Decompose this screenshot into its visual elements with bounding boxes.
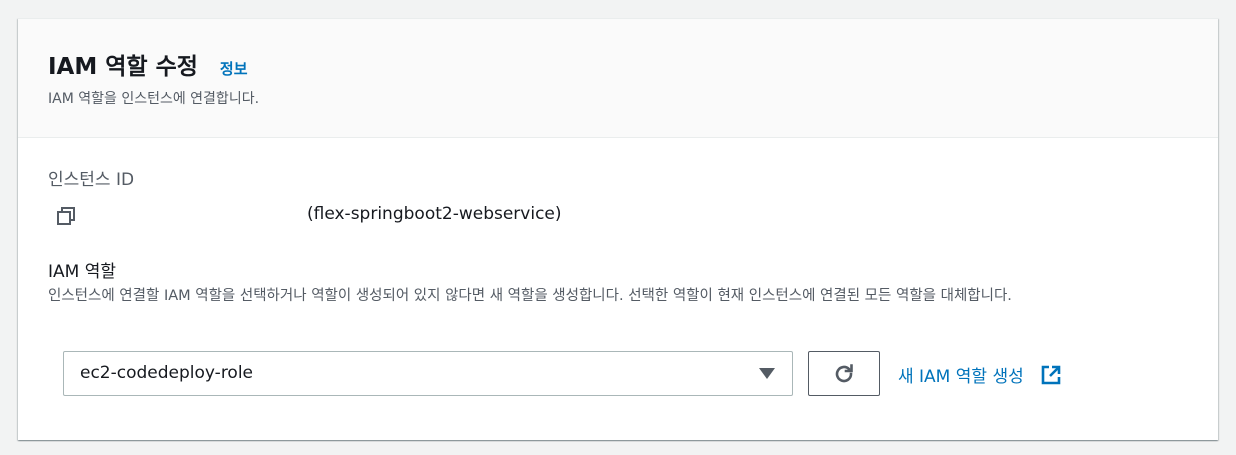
panel-header: IAM 역할 수정 정보 IAM 역할을 인스턴스에 연결합니다. bbox=[18, 19, 1218, 138]
header-description: IAM 역할을 인스턴스에 연결합니다. bbox=[48, 91, 260, 107]
external-link-icon bbox=[1041, 365, 1061, 384]
refresh-button[interactable] bbox=[808, 351, 880, 396]
edit-iam-role-panel: IAM 역할 수정 정보 IAM 역할을 인스턴스에 연결합니다. 인스턴스 I… bbox=[18, 18, 1218, 440]
create-iam-role-label: 새 IAM 역할 생성 bbox=[898, 367, 1024, 387]
info-link[interactable]: 정보 bbox=[220, 58, 248, 79]
iam-role-select[interactable]: ec2-codedeploy-role bbox=[63, 351, 793, 396]
iam-role-selected-value: ec2-codedeploy-role bbox=[80, 363, 254, 383]
iam-role-description: 인스턴스에 연결할 IAM 역할을 선택하거나 역할이 생성되어 있지 않다면 … bbox=[48, 288, 1012, 304]
iam-role-label: IAM 역할 bbox=[48, 262, 116, 282]
create-iam-role-link[interactable]: 새 IAM 역할 생성 bbox=[898, 362, 1062, 387]
copy-icon[interactable] bbox=[56, 206, 76, 226]
instance-name: (flex-springboot2-webservice) bbox=[307, 204, 562, 224]
refresh-icon bbox=[835, 364, 853, 383]
caret-down-icon bbox=[759, 368, 775, 379]
title-row: IAM 역할 수정 정보 bbox=[48, 47, 248, 81]
page-title: IAM 역할 수정 bbox=[48, 54, 198, 80]
instance-id-row: (flex-springboot2-webservice) bbox=[56, 203, 756, 229]
instance-id-label: 인스턴스 ID bbox=[48, 170, 135, 190]
